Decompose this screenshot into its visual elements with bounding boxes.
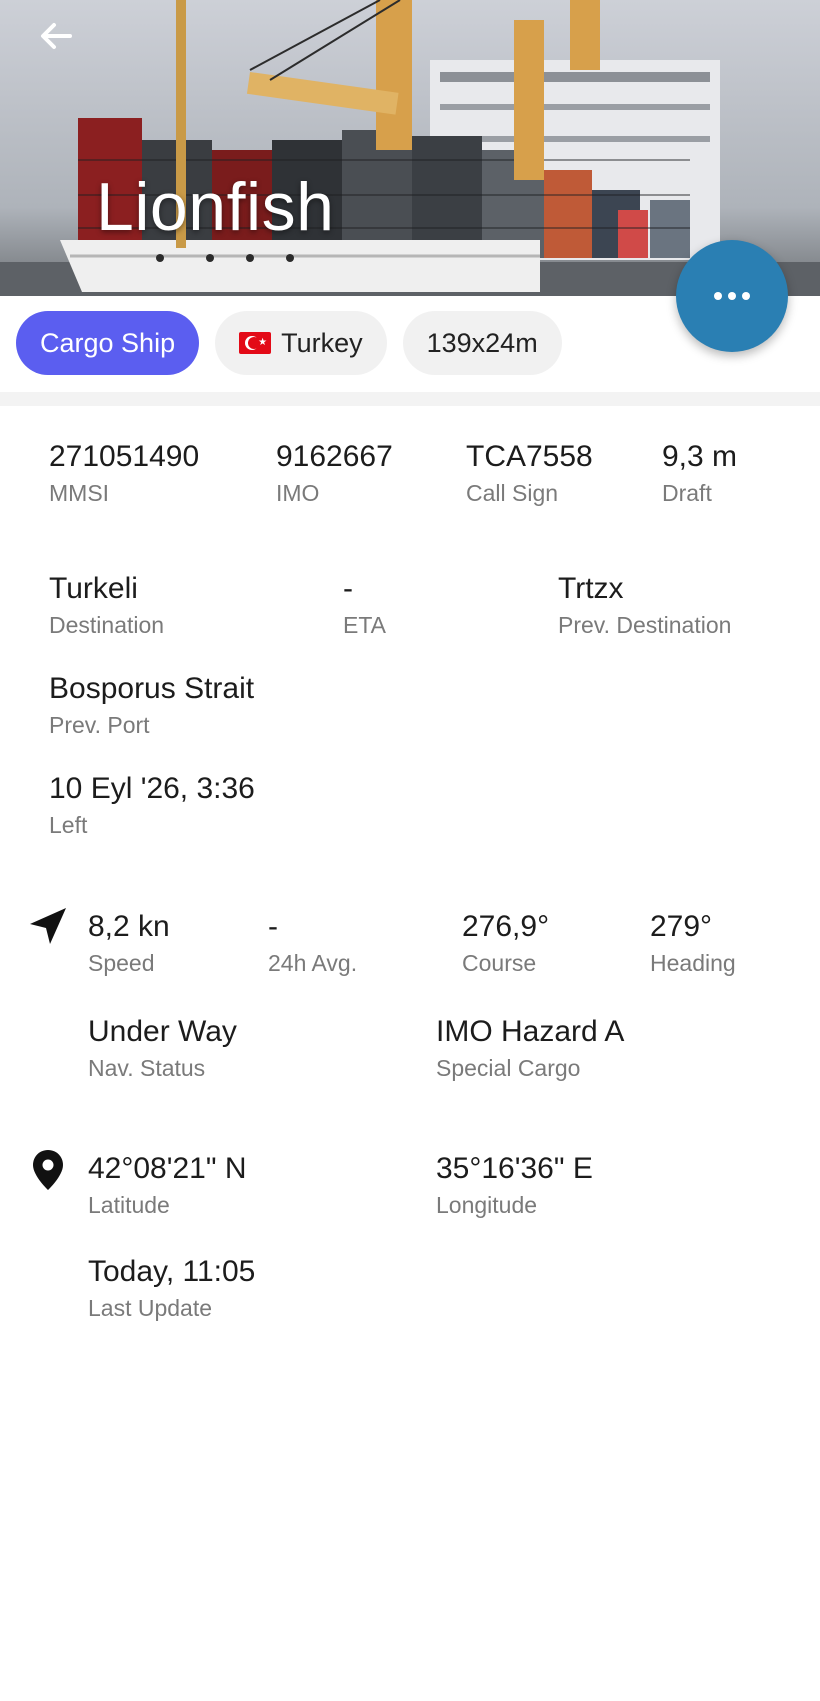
turkey-flag-icon: ★ — [239, 332, 272, 354]
call-sign-label: Call Sign — [466, 480, 559, 506]
eta-value: - — [343, 572, 353, 605]
course-value: 276,9° — [462, 910, 550, 943]
dimensions-chip[interactable]: 139x24m — [402, 311, 562, 375]
country-label: Turkey — [281, 327, 363, 358]
speed-field: 8,2 kn Speed — [88, 910, 170, 977]
special-cargo-value: IMO Hazard A — [436, 1015, 625, 1048]
back-button[interactable] — [32, 12, 80, 60]
eta-label: ETA — [343, 612, 387, 638]
draft-field: 9,3 m Draft — [662, 440, 737, 507]
special-cargo-label: Special Cargo — [436, 1055, 581, 1081]
destination-label: Destination — [49, 612, 165, 638]
mmsi-field: 271051490 MMSI — [49, 440, 199, 507]
country-chip[interactable]: ★ Turkey — [215, 311, 387, 375]
last-update-label: Last Update — [88, 1295, 213, 1321]
dimensions-label: 139x24m — [426, 327, 538, 358]
longitude-label: Longitude — [436, 1192, 538, 1218]
avg-speed-field: - 24h Avg. — [268, 910, 357, 977]
draft-label: Draft — [662, 480, 712, 506]
heading-value: 279° — [650, 910, 713, 943]
call-sign-value: TCA7558 — [466, 440, 593, 473]
location-pin-icon — [33, 1150, 63, 1190]
prev-destination-value: Trtzx — [558, 572, 624, 605]
eta-field: - ETA — [343, 572, 386, 639]
latitude-field: 42°08'21" N Latitude — [88, 1152, 246, 1219]
nav-status-value: Under Way — [88, 1015, 237, 1048]
more-options-button[interactable] — [676, 240, 788, 352]
section-divider — [0, 392, 820, 406]
last-update-field: Today, 11:05 Last Update — [88, 1255, 255, 1322]
prev-port-field: Bosporus Strait Prev. Port — [49, 672, 254, 739]
destination-field: Turkeli Destination — [49, 572, 164, 639]
course-label: Course — [462, 950, 537, 976]
navigation-arrow-icon — [30, 908, 66, 944]
special-cargo-field: IMO Hazard A Special Cargo — [436, 1015, 624, 1082]
last-update-value: Today, 11:05 — [88, 1255, 256, 1288]
nav-status-field: Under Way Nav. Status — [88, 1015, 237, 1082]
vessel-type-chip[interactable]: Cargo Ship — [16, 311, 200, 375]
mmsi-value: 271051490 — [49, 440, 200, 473]
arrow-left-icon — [41, 23, 72, 49]
heading-label: Heading — [650, 950, 736, 976]
draft-value: 9,3 m — [662, 440, 738, 473]
prev-destination-field: Trtzx Prev. Destination — [558, 572, 731, 639]
more-dots-icon — [714, 292, 750, 300]
call-sign-field: TCA7558 Call Sign — [466, 440, 593, 507]
left-field: 10 Eyl '26, 3:36 Left — [49, 772, 255, 839]
left-value: 10 Eyl '26, 3:36 — [49, 772, 255, 805]
longitude-field: 35°16'36" E Longitude — [436, 1152, 593, 1219]
imo-label: IMO — [276, 480, 320, 506]
speed-value: 8,2 kn — [88, 910, 170, 943]
longitude-value: 35°16'36" E — [436, 1152, 593, 1185]
speed-label: Speed — [88, 950, 155, 976]
avg-speed-label: 24h Avg. — [268, 950, 358, 976]
left-label: Left — [49, 812, 88, 838]
nav-status-label: Nav. Status — [88, 1055, 206, 1081]
heading-field: 279° Heading — [650, 910, 736, 977]
prev-port-label: Prev. Port — [49, 712, 150, 738]
vessel-type-label: Cargo Ship — [40, 327, 176, 358]
mmsi-label: MMSI — [49, 480, 110, 506]
prev-destination-label: Prev. Destination — [558, 612, 732, 638]
course-field: 276,9° Course — [462, 910, 549, 977]
vessel-chips: Cargo Ship ★ Turkey 139x24m — [16, 311, 562, 375]
imo-field: 9162667 IMO — [276, 440, 393, 507]
prev-port-value: Bosporus Strait — [49, 672, 255, 705]
destination-value: Turkeli — [49, 572, 138, 605]
latitude-value: 42°08'21" N — [88, 1152, 247, 1185]
avg-speed-value: - — [268, 910, 278, 943]
vessel-name: Lionfish — [96, 169, 335, 245]
imo-value: 9162667 — [276, 440, 393, 473]
latitude-label: Latitude — [88, 1192, 170, 1218]
